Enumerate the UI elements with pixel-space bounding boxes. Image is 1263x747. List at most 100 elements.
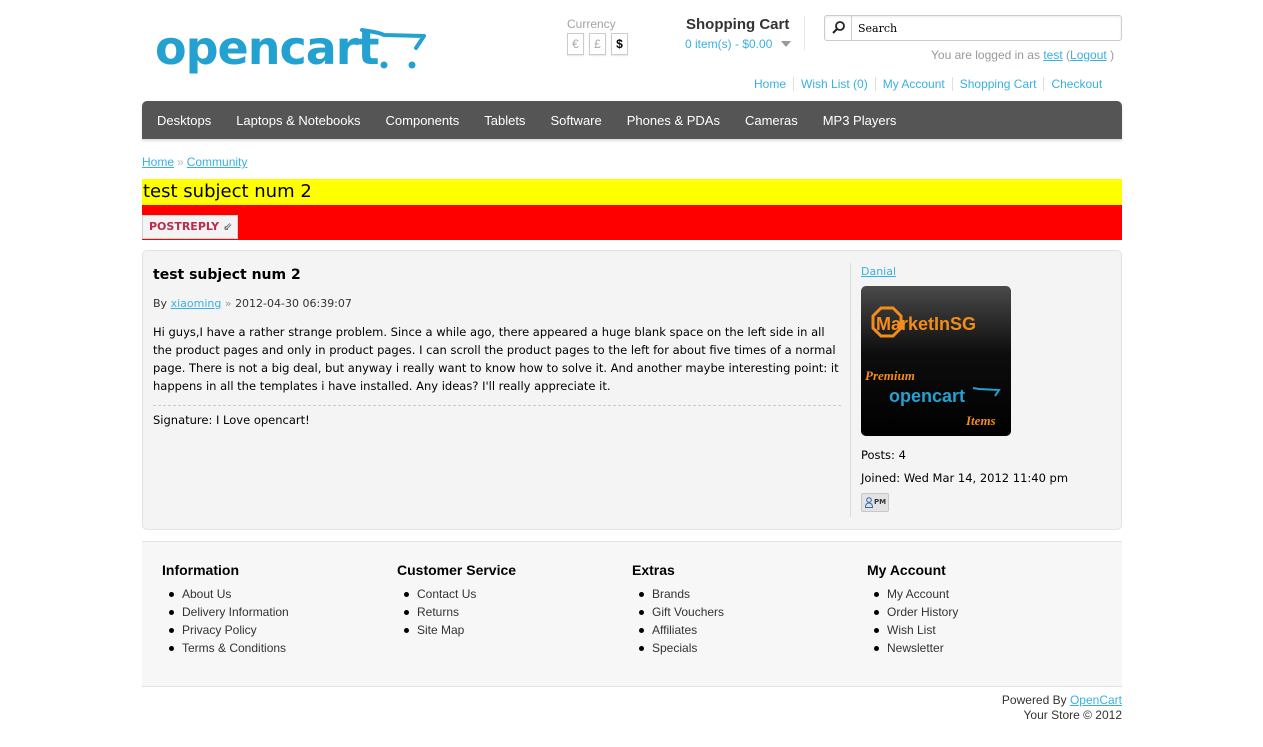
opencart-link[interactable]: OpenCart [1070,693,1122,707]
top-link-account[interactable]: My Account [874,77,952,91]
footer-link-order-history[interactable]: Order History [867,603,958,621]
top-link-checkout[interactable]: Checkout [1043,77,1109,91]
footer-link-delivery[interactable]: Delivery Information [162,603,289,621]
breadcrumb-community[interactable]: Community [187,155,248,169]
top-links: Home Wish List (0) My Account Shopping C… [754,77,1109,91]
footer-link-label: Wish List [887,623,936,637]
post-date: 2012-04-30 06:39:07 [235,297,352,310]
footer-link-wishlist[interactable]: Wish List [867,621,958,639]
avatar-line2-text: opencart [889,386,965,406]
reply-arrow-icon: ⇙ [223,220,233,233]
menu-item-tablets[interactable]: Tablets [484,113,525,128]
category-menu: Desktops Laptops & Notebooks Components … [142,101,1122,139]
search-input[interactable] [858,20,1113,36]
menu-item-components[interactable]: Components [386,113,460,128]
footer-column-information: Information About Us Delivery Informatio… [162,562,289,657]
footer-link-sitemap[interactable]: Site Map [397,621,516,639]
footer-link-label: Gift Vouchers [652,605,725,619]
topic-subject-heading: test subject num 2 [142,179,1122,205]
breadcrumb: Home» Community [142,155,247,169]
currency-euro-button[interactable]: € [567,33,584,55]
footer-link-label: Contact Us [417,587,477,601]
avatar-image: MarketInSG Premium opencart Items [865,306,1001,428]
footer-link-label: Returns [417,605,460,619]
header-divider [804,16,805,50]
cart-total[interactable]: 0 item(s) - $0.00 [685,37,772,51]
menu-item-desktops[interactable]: Desktops [157,113,211,128]
footer-heading: Information [162,562,239,578]
footer-heading: My Account [867,562,946,578]
signature-divider [153,405,841,406]
post-by-label: By [153,297,168,310]
cart-heading[interactable]: Shopping Cart [686,16,789,33]
footer-column-customer-service: Customer Service Contact Us Returns Site… [397,562,516,639]
footer-link-label: Site Map [417,623,465,637]
footer-link-label: My Account [887,587,950,601]
logo-text: opencart [155,21,379,75]
profile-username-link[interactable]: Danial [861,265,896,278]
avatar-line1-text: Premium [865,368,915,383]
reply-toolbar: POSTREPLY ⇙ [142,205,1122,240]
powered-prefix: Powered By [1001,693,1067,707]
top-link-home[interactable]: Home [754,77,793,91]
post-meta-separator: » [224,297,232,310]
top-link-cart[interactable]: Shopping Cart [951,77,1044,91]
menu-item-phones[interactable]: Phones & PDAs [627,113,720,128]
menu-item-cameras[interactable]: Cameras [745,113,798,128]
avatar: MarketInSG Premium opencart Items [861,286,1011,436]
currency-label: Currency [567,17,616,31]
copyright: Your Store © 2012 [1023,708,1122,722]
footer-link-terms[interactable]: Terms & Conditions [162,639,289,657]
footer-link-contact[interactable]: Contact Us [397,585,516,603]
post-author-link[interactable]: xiaoming [171,297,222,310]
footer-link-brands[interactable]: Brands [632,585,724,603]
welcome-prefix: You are logged in as [931,48,1040,62]
footer-link-label: Delivery Information [182,605,289,619]
footer-link-returns[interactable]: Returns [397,603,516,621]
cart-dropdown-arrow-icon[interactable] [781,41,791,47]
footer-link-about[interactable]: About Us [162,585,289,603]
breadcrumb-home[interactable]: Home [142,155,174,169]
search-button[interactable] [825,16,852,40]
footer-link-label: Privacy Policy [182,623,257,637]
logout-link[interactable]: Logout [1070,48,1107,62]
menu-item-laptops[interactable]: Laptops & Notebooks [236,113,360,128]
footer-heading: Customer Service [397,562,517,578]
post-title: test subject num 2 [153,267,301,283]
post-body: Hi guys,I have a rather strange problem.… [153,325,839,393]
powered-by: Powered By OpenCart Your Store © 2012 [1002,693,1122,723]
footer-column-extras: Extras Brands Gift Vouchers Affiliates S… [632,562,724,657]
menu-item-mp3[interactable]: MP3 Players [823,113,897,128]
footer-heading: Extras [632,562,675,578]
store-logo[interactable]: opencart [155,22,430,82]
footer-link-newsletter[interactable]: Newsletter [867,639,958,657]
user-icon [865,497,873,508]
private-message-button[interactable]: PM [861,493,889,512]
footer-link-label: Specials [652,641,698,655]
footer-link-label: Affiliates [652,623,698,637]
footer-link-specials[interactable]: Specials [632,639,724,657]
footer-link-privacy[interactable]: Privacy Policy [162,621,289,639]
currency-pound-button[interactable]: £ [589,33,606,55]
cart-logo-icon [360,28,426,69]
paren-close: ) [1110,48,1115,62]
post-reply-button[interactable]: POSTREPLY ⇙ [142,215,238,239]
footer-column-my-account: My Account My Account Order History Wish… [867,562,958,657]
menu-item-software[interactable]: Software [550,113,601,128]
profile-joined-date: Joined: Wed Mar 14, 2012 11:40 pm [861,471,1069,485]
avatar-brand-text: MarketInSG [876,314,976,334]
post-reply-label: POSTREPLY [149,220,220,233]
footer-link-label: Brands [652,587,691,601]
currency-dollar-button[interactable]: $ [611,33,628,55]
profile-divider [850,263,851,517]
pm-label: PM [874,498,887,506]
footer-link-my-account[interactable]: My Account [867,585,958,603]
top-link-wishlist[interactable]: Wish List (0) [793,77,875,91]
profile-post-count: Posts: 4 [861,448,906,462]
breadcrumb-separator: » [177,155,184,169]
footer-link-affiliates[interactable]: Affiliates [632,621,724,639]
footer: Information About Us Delivery Informatio… [142,541,1122,687]
footer-link-vouchers[interactable]: Gift Vouchers [632,603,724,621]
account-username-link[interactable]: test [1043,48,1062,62]
search-icon [832,21,845,34]
